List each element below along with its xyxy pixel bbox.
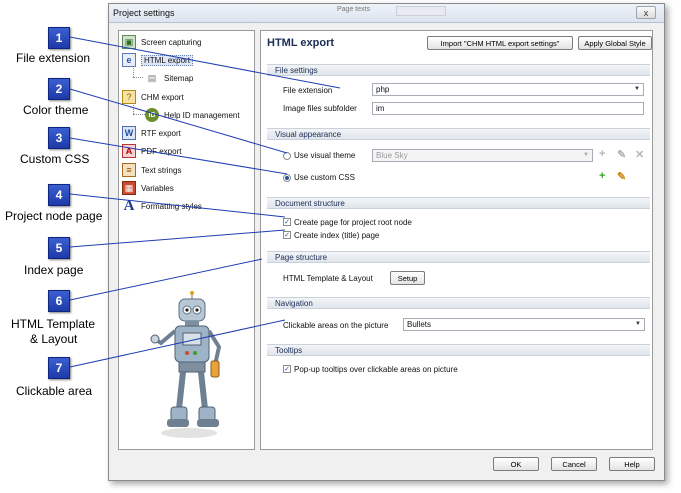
variables-icon: ▦ — [122, 181, 136, 195]
callout-label-index-page: Index page — [24, 263, 84, 277]
chevron-down-icon: ▼ — [583, 152, 589, 158]
section-file-settings: File settings — [267, 64, 650, 76]
chevron-down-icon: ▼ — [634, 86, 640, 92]
cancel-button[interactable]: Cancel — [551, 457, 597, 471]
html-export-icon: e — [122, 53, 136, 67]
sitemap-icon: ▤ — [147, 72, 157, 83]
section-navigation: Navigation — [267, 297, 650, 309]
nav-item-label: PDF export — [141, 146, 182, 156]
file-extension-value: php — [376, 85, 390, 94]
add-css-icon[interactable]: + — [599, 170, 605, 182]
clickable-areas-value: Bullets — [407, 320, 432, 329]
formatting-styles-icon: A — [123, 197, 135, 214]
clickable-areas-dropdown[interactable]: Bullets ▼ — [403, 318, 645, 331]
use-custom-css-radio[interactable] — [283, 174, 291, 182]
create-root-page-label: Create page for project root node — [294, 218, 412, 227]
clickable-areas-label: Clickable areas on the picture — [283, 321, 389, 330]
setup-button[interactable]: Setup — [390, 271, 425, 285]
tooltips-checkbox[interactable]: ✓ — [283, 365, 291, 373]
create-index-page-checkbox[interactable]: ✓ — [283, 231, 291, 239]
callout-label-template-line2: & Layout — [30, 332, 78, 346]
ok-button[interactable]: OK — [493, 457, 539, 471]
nav-item-label: RTF export — [141, 128, 181, 138]
nav-item-formatting-styles[interactable]: A Formatting styles — [122, 198, 202, 214]
callout-7: 7 — [48, 357, 70, 379]
nav-item-label: Screen capturing — [141, 37, 202, 47]
use-visual-theme-radio[interactable] — [283, 152, 291, 160]
section-page-structure: Page structure — [267, 251, 650, 263]
import-chm-settings-button[interactable]: Import "CHM HTML export settings" — [427, 36, 573, 50]
page-title: HTML export — [267, 37, 335, 49]
create-root-page-checkbox[interactable]: ✓ — [283, 218, 291, 226]
nav-item-html-export[interactable]: e HTML export — [122, 52, 193, 68]
tree-connector — [133, 77, 143, 78]
nav-item-label: CHM export — [141, 92, 184, 102]
file-extension-dropdown[interactable]: php ▼ — [372, 83, 644, 96]
nav-item-label: Variables — [141, 183, 174, 193]
pdf-export-icon: A — [122, 144, 136, 158]
callout-label-clickable-area: Clickable area — [16, 384, 93, 398]
html-export-panel: HTML export Import "CHM HTML export sett… — [260, 30, 653, 450]
nav-item-label: Formatting styles — [141, 201, 202, 211]
nav-item-help-id-management[interactable]: ID Help ID management — [145, 107, 240, 123]
add-theme-icon[interactable]: + — [599, 148, 605, 160]
nav-item-label: Help ID management — [164, 110, 240, 120]
callout-label-color-theme: Color theme — [23, 103, 89, 117]
tooltips-label: Pop-up tooltips over clickable areas on … — [294, 365, 458, 374]
screen-capture-icon: ▣ — [122, 35, 136, 49]
section-visual-appearance: Visual appearance — [267, 128, 650, 140]
callout-5: 5 — [48, 237, 70, 259]
callout-label-custom-css: Custom CSS — [20, 152, 90, 166]
visual-theme-dropdown[interactable]: Blue Sky ▼ — [372, 149, 593, 162]
delete-theme-icon[interactable]: ✕ — [635, 148, 644, 161]
callout-4: 4 — [48, 184, 70, 206]
nav-item-rtf-export[interactable]: W RTF export — [122, 125, 181, 141]
chevron-down-icon: ▼ — [635, 321, 641, 327]
nav-item-variables[interactable]: ▦ Variables — [122, 180, 174, 196]
nav-item-label: Sitemap — [164, 73, 194, 83]
title-bar: Project settings Page texts x — [109, 4, 664, 23]
text-strings-icon: ≡ — [122, 163, 136, 177]
edit-theme-icon[interactable]: ✎ — [617, 148, 626, 161]
section-document-structure: Document structure — [267, 197, 650, 209]
nav-item-label: HTML export — [141, 54, 193, 66]
callout-2: 2 — [48, 78, 70, 100]
image-subfolder-input[interactable]: im — [372, 102, 644, 115]
callout-label-project-node-page: Project node page — [5, 209, 103, 223]
callout-6: 6 — [48, 290, 70, 312]
edit-css-icon[interactable]: ✎ — [617, 170, 626, 183]
rtf-export-icon: W — [122, 126, 136, 140]
html-template-label: HTML Template & Layout — [283, 274, 373, 283]
background-tab — [396, 6, 446, 16]
nav-item-pdf-export[interactable]: A PDF export — [122, 143, 181, 159]
chm-export-icon: ? — [122, 90, 136, 104]
apply-global-style-button[interactable]: Apply Global Style — [578, 36, 652, 50]
background-tab-label: Page texts — [337, 6, 371, 13]
close-button[interactable]: x — [636, 6, 656, 19]
section-tooltips: Tooltips — [267, 344, 650, 356]
callout-3: 3 — [48, 127, 70, 149]
nav-item-sitemap[interactable]: ▤ Sitemap — [145, 70, 194, 86]
dialog-title: Project settings — [113, 8, 175, 18]
robot-mascot-illustration — [150, 291, 222, 438]
image-subfolder-label: Image files subfolder — [283, 104, 357, 113]
nav-item-screen-capturing[interactable]: ▣ Screen capturing — [122, 34, 201, 50]
use-custom-css-label: Use custom CSS — [294, 173, 355, 182]
callout-1: 1 — [48, 27, 70, 49]
callout-label-file-extension: File extension — [16, 51, 91, 65]
nav-item-label: Text strings — [141, 165, 182, 175]
project-settings-dialog: Project settings Page texts x ▣ Screen c… — [108, 3, 665, 481]
nav-item-chm-export[interactable]: ? CHM export — [122, 89, 184, 105]
nav-item-text-strings[interactable]: ≡ Text strings — [122, 162, 181, 178]
create-index-page-label: Create index (title) page — [294, 231, 380, 240]
help-id-icon: ID — [145, 108, 159, 122]
file-extension-label: File extension — [283, 86, 333, 95]
visual-theme-value: Blue Sky — [376, 151, 408, 160]
callout-label-template-line1: HTML Template — [11, 317, 96, 331]
settings-nav-tree: ▣ Screen capturing e HTML export ▤ Sitem… — [118, 30, 255, 450]
use-visual-theme-label: Use visual theme — [294, 151, 356, 160]
help-button[interactable]: Help — [609, 457, 655, 471]
